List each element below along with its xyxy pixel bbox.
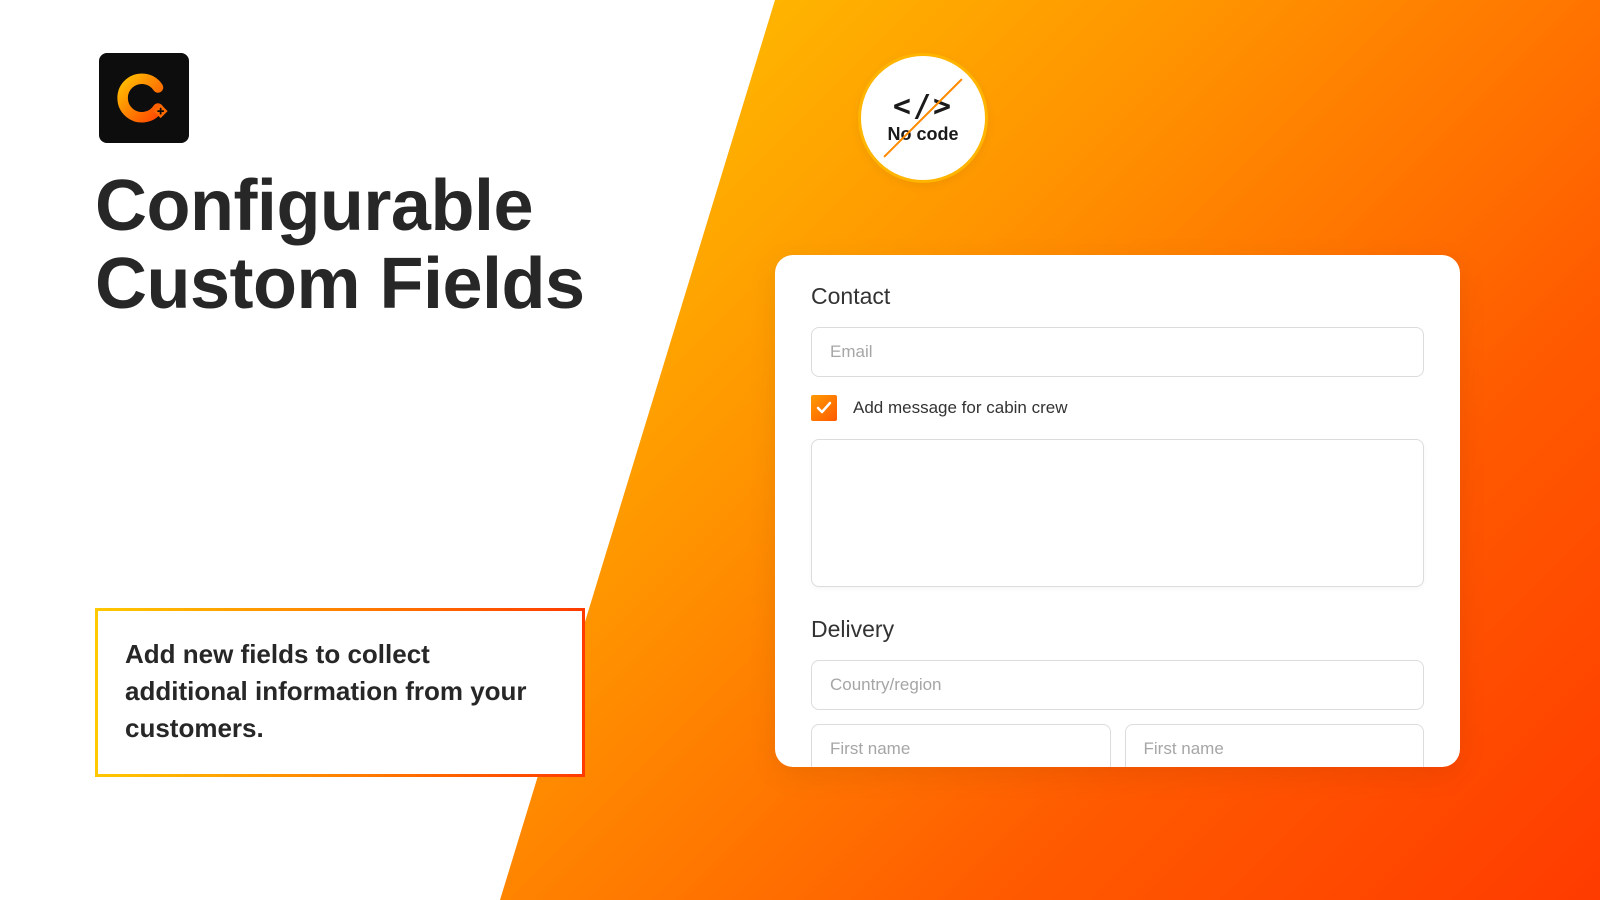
cabin-crew-checkbox-row[interactable]: Add message for cabin crew xyxy=(811,395,1424,421)
no-code-badge: </> No code xyxy=(858,53,988,183)
country-region-field[interactable] xyxy=(811,660,1424,710)
title-line-2: Custom Fields xyxy=(95,244,585,324)
checkmark-icon xyxy=(816,400,832,416)
form-preview-card: Contact Add message for cabin crew Deliv… xyxy=(775,255,1460,767)
callout-box: Add new fields to collect additional inf… xyxy=(95,608,585,777)
callout-text: Add new fields to collect additional inf… xyxy=(125,636,555,747)
title-line-1: Configurable xyxy=(95,166,533,246)
email-field[interactable] xyxy=(811,327,1424,377)
delivery-heading: Delivery xyxy=(811,616,1424,643)
app-logo xyxy=(99,53,189,143)
page-title: Configurable Custom Fields xyxy=(95,168,585,324)
logo-c-icon xyxy=(116,70,172,126)
cabin-crew-checkbox-label: Add message for cabin crew xyxy=(853,398,1068,418)
first-name-field[interactable] xyxy=(811,724,1111,767)
last-name-field[interactable] xyxy=(1125,724,1425,767)
cabin-crew-message-textarea[interactable] xyxy=(811,439,1424,587)
cabin-crew-checkbox[interactable] xyxy=(811,395,837,421)
contact-heading: Contact xyxy=(811,283,1424,310)
